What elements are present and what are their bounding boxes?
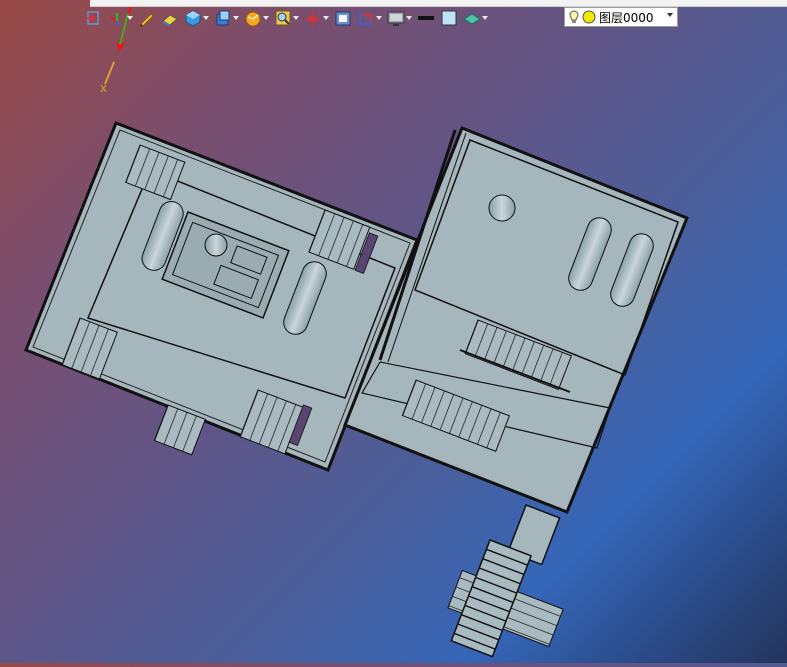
toolbar-button-exit-view[interactable] bbox=[84, 7, 104, 29]
chevron-down-icon[interactable] bbox=[482, 14, 488, 22]
toolbar-button-ucs-axis[interactable] bbox=[107, 7, 134, 29]
layer-dropdown[interactable]: 图层0000 bbox=[564, 7, 678, 27]
toolbar-button-zoom[interactable] bbox=[273, 7, 300, 29]
exit-view-icon bbox=[86, 11, 99, 25]
cube-icon bbox=[185, 10, 201, 27]
material-icon bbox=[463, 13, 481, 25]
chevron-down-icon[interactable] bbox=[376, 14, 382, 22]
lightbulb-icon bbox=[569, 10, 579, 23]
ucs-axis-icon bbox=[110, 13, 119, 25]
3d-model-viewport[interactable] bbox=[0, 0, 787, 663]
right-building bbox=[343, 126, 689, 658]
toolbar-button-frame[interactable] bbox=[333, 7, 353, 29]
eraser-icon bbox=[162, 14, 178, 27]
view-toolbar bbox=[84, 7, 489, 29]
toolbar-button-cube[interactable] bbox=[183, 7, 210, 29]
chevron-down-icon[interactable] bbox=[127, 14, 133, 22]
window-top-strip bbox=[90, 0, 787, 7]
pan-icon bbox=[306, 11, 320, 27]
chevron-down-icon[interactable] bbox=[406, 14, 412, 22]
chevron-down-icon[interactable] bbox=[323, 14, 329, 22]
toolbar-button-material[interactable] bbox=[462, 7, 489, 29]
building-model bbox=[24, 121, 689, 658]
chevron-down-icon[interactable] bbox=[263, 14, 269, 22]
toolbar-button-monitor[interactable] bbox=[386, 7, 413, 29]
chevron-down-icon bbox=[667, 13, 673, 17]
toolbar-button-pan[interactable] bbox=[303, 7, 330, 29]
toolbar-button-fill-color[interactable] bbox=[439, 7, 459, 29]
toolbar-button-view-cube[interactable] bbox=[213, 7, 240, 29]
chevron-down-icon[interactable] bbox=[203, 14, 209, 22]
monitor-icon bbox=[387, 11, 405, 26]
line-color-icon bbox=[418, 16, 434, 20]
chevron-down-icon[interactable] bbox=[233, 14, 239, 22]
fill-color-icon bbox=[441, 10, 457, 26]
section-icon bbox=[359, 12, 372, 25]
toolbar-button-render-sphere[interactable] bbox=[243, 7, 270, 29]
chevron-down-icon[interactable] bbox=[293, 14, 299, 22]
layer-name: 图层0000 bbox=[599, 10, 654, 25]
toolbar-button-pencil[interactable] bbox=[137, 7, 157, 29]
pencil-icon bbox=[140, 13, 154, 27]
frame-icon bbox=[335, 11, 351, 26]
svg-text:x: x bbox=[100, 81, 107, 95]
view-cube-icon bbox=[216, 10, 230, 26]
toolbar-button-line-color[interactable] bbox=[416, 7, 436, 29]
layer-color-icon bbox=[582, 10, 596, 24]
render-sphere-icon bbox=[245, 11, 261, 27]
toolbar-button-section[interactable] bbox=[356, 7, 383, 29]
zoom-icon bbox=[275, 10, 291, 26]
toolbar-button-eraser[interactable] bbox=[160, 7, 180, 29]
